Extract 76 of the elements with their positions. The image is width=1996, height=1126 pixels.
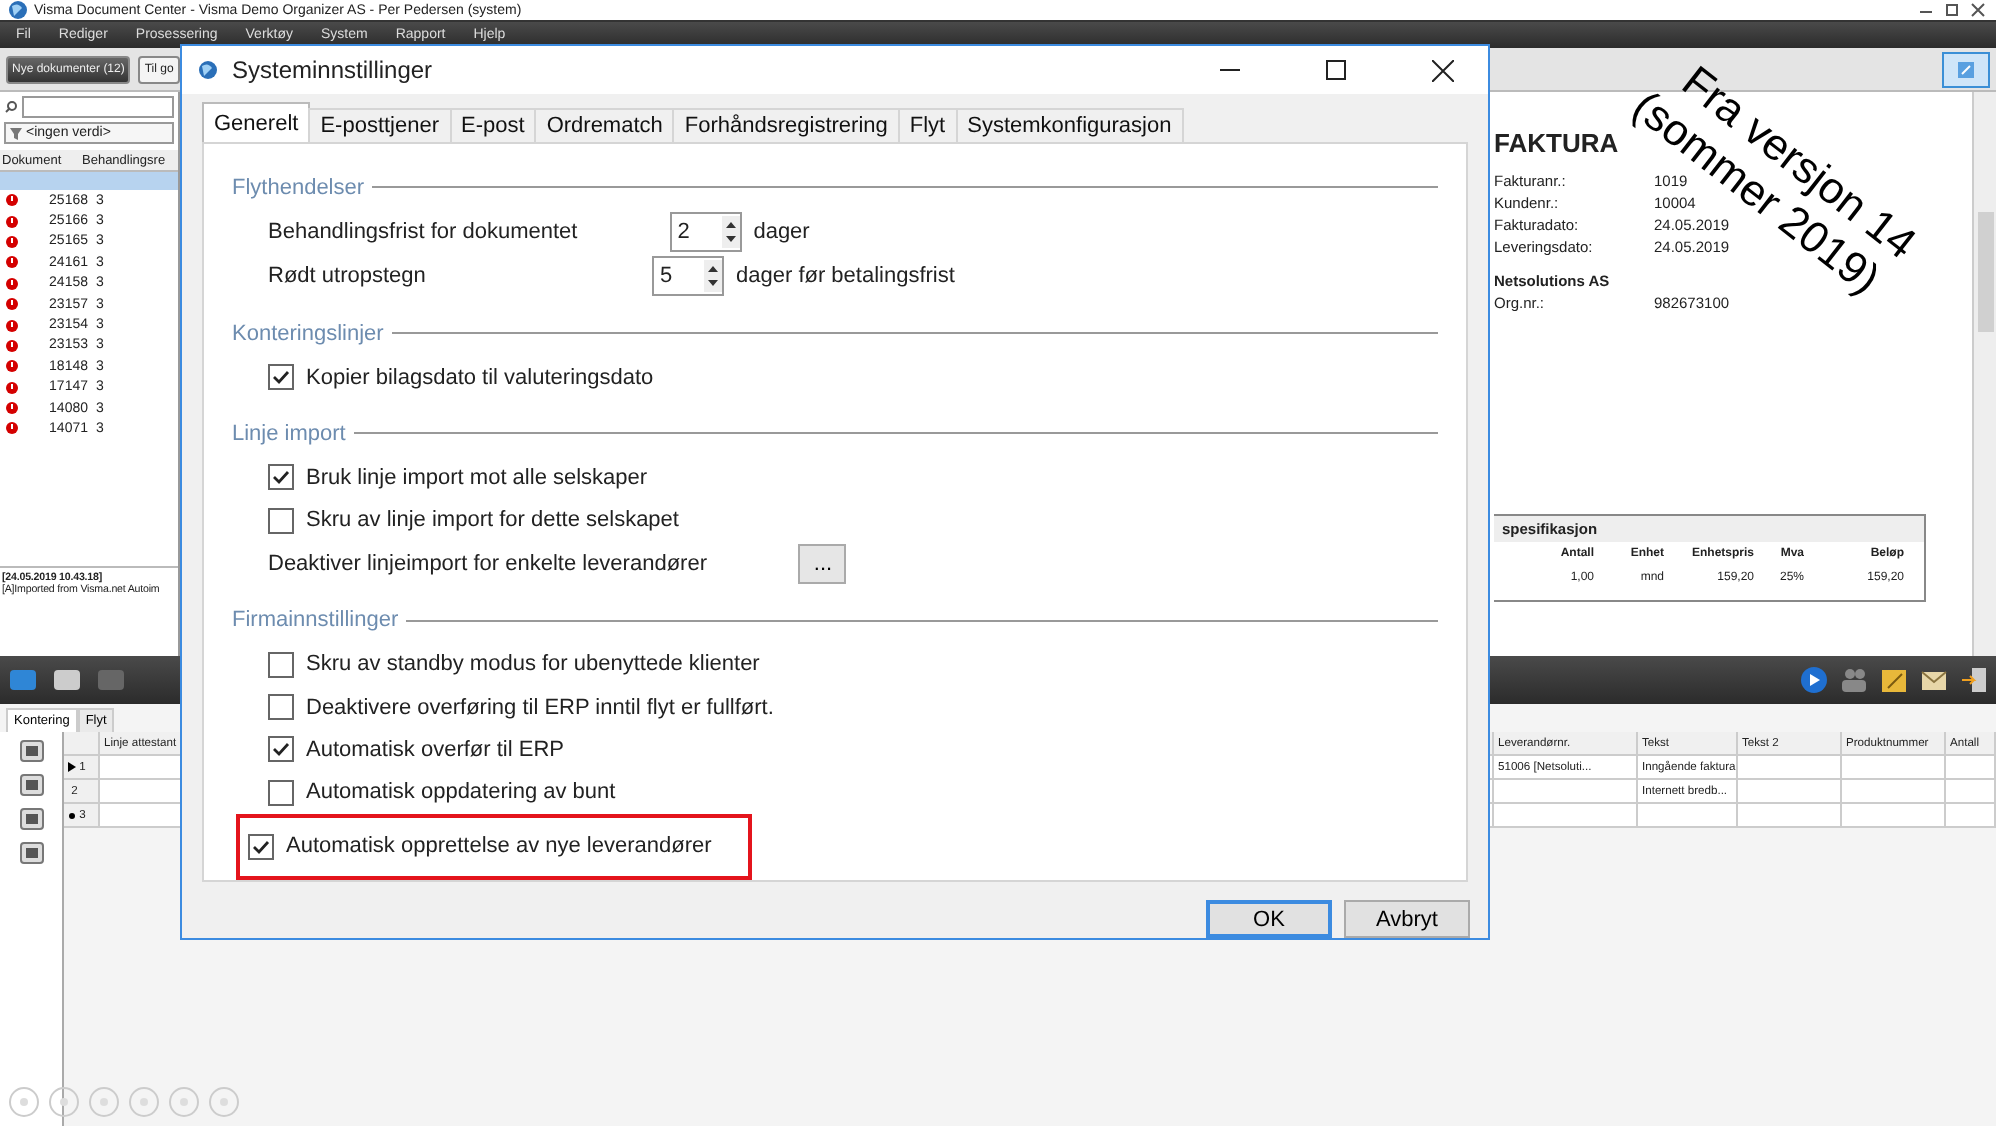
alert-icon <box>6 422 18 435</box>
filter-icon <box>10 127 22 139</box>
table-cell <box>1738 804 1842 828</box>
dialog-title: Systeminnstillinger <box>232 56 433 84</box>
section-title: Linje import <box>232 421 346 446</box>
table-cell <box>1738 756 1842 780</box>
checkbox-label[interactable]: Bruk linje import mot alle selskaper <box>306 465 648 490</box>
checkbox-label[interactable]: Automatisk overfør til ERP <box>306 737 564 762</box>
search-field[interactable] <box>22 96 174 118</box>
table-cell <box>1638 804 1738 828</box>
table-cell <box>1946 756 1996 780</box>
restore-icon[interactable] <box>1942 0 1962 20</box>
search-icon <box>4 100 18 114</box>
alert-icon <box>6 381 18 394</box>
checkbox-label[interactable]: Automatisk opprettelse av nye leverandører <box>286 834 712 859</box>
table-cell <box>1842 780 1946 804</box>
export-icon[interactable] <box>1960 666 1988 694</box>
close-icon[interactable] <box>1431 59 1453 81</box>
maximize-icon[interactable] <box>1326 60 1346 80</box>
popout-icon <box>1956 59 1976 79</box>
number-spinner[interactable]: 2 <box>669 212 742 252</box>
alert-icon <box>6 194 18 207</box>
checkbox-label[interactable]: Deaktivere overføring til ERP inntil flyt er fullført. <box>306 695 774 720</box>
note-icon[interactable] <box>1880 666 1908 694</box>
table-cell <box>1946 780 1996 804</box>
users-icon[interactable] <box>1840 666 1868 694</box>
section-title: Flythendelser <box>232 175 365 199</box>
section-title: Firmainnstillinger <box>232 608 399 633</box>
alert-icon <box>6 235 18 248</box>
tab[interactable]: E-posttjener <box>308 108 452 142</box>
dialog-icon <box>198 60 218 80</box>
envelope-icon[interactable] <box>1920 666 1948 694</box>
table-cell <box>1738 780 1842 804</box>
tab[interactable]: Flyt <box>897 108 958 142</box>
unit-label: dager før betalingsfrist <box>736 264 955 288</box>
checkbox[interactable] <box>268 779 294 806</box>
play-icon[interactable] <box>1800 666 1828 694</box>
alert-icon <box>6 277 18 290</box>
alert-icon <box>6 215 18 228</box>
alert-icon <box>6 256 18 269</box>
close-icon[interactable] <box>1968 0 1988 20</box>
alert-icon <box>6 339 18 352</box>
alert-icon <box>6 319 18 332</box>
number-spinner[interactable]: 5 <box>652 256 724 296</box>
checkbox-label[interactable]: Skru av linje import for dette selskapet <box>306 508 679 533</box>
checkbox-label[interactable]: Skru av standby modus for ubenyttede klienter <box>306 652 760 677</box>
table-cell <box>1842 756 1946 780</box>
section-title: Konteringslinjer <box>232 321 384 345</box>
checkbox[interactable] <box>268 464 294 491</box>
checkbox[interactable] <box>268 364 294 391</box>
tab[interactable]: Generelt <box>202 102 311 142</box>
tab[interactable]: Systemkonfigurasjon <box>955 108 1184 142</box>
cancel-button[interactable]: Avbryt <box>1344 900 1470 938</box>
checkbox-label[interactable]: Kopier bilagsdato til valuteringsdato <box>306 365 654 390</box>
unit-label: dager <box>753 220 810 244</box>
table-cell <box>1842 804 1946 828</box>
checkbox-label[interactable]: Automatisk oppdatering av bunt <box>306 780 616 805</box>
checkbox[interactable] <box>248 833 274 860</box>
app-icon <box>8 0 28 20</box>
checkbox[interactable] <box>268 736 294 763</box>
setting-label: Deaktiver linjeimport for enkelte leverandører <box>268 551 707 576</box>
alert-icon <box>6 360 18 373</box>
table-cell <box>1946 804 1996 828</box>
setting-label: Rødt utropstegn <box>268 264 428 288</box>
checkbox[interactable] <box>268 651 294 678</box>
ok-button[interactable]: OK <box>1206 900 1332 938</box>
scrollbar[interactable] <box>1972 92 1996 656</box>
checkbox[interactable] <box>268 507 294 534</box>
tab[interactable]: E-post <box>449 108 537 142</box>
setting-label: Behandlingsfrist for dokumentet <box>268 220 578 244</box>
tab[interactable]: Forhåndsregistrering <box>672 108 900 142</box>
alert-icon <box>6 402 18 415</box>
popout-button[interactable] <box>1942 51 1990 87</box>
alert-icon <box>6 298 18 311</box>
checkbox[interactable] <box>268 694 294 721</box>
browse-button[interactable]: ... <box>798 543 847 584</box>
